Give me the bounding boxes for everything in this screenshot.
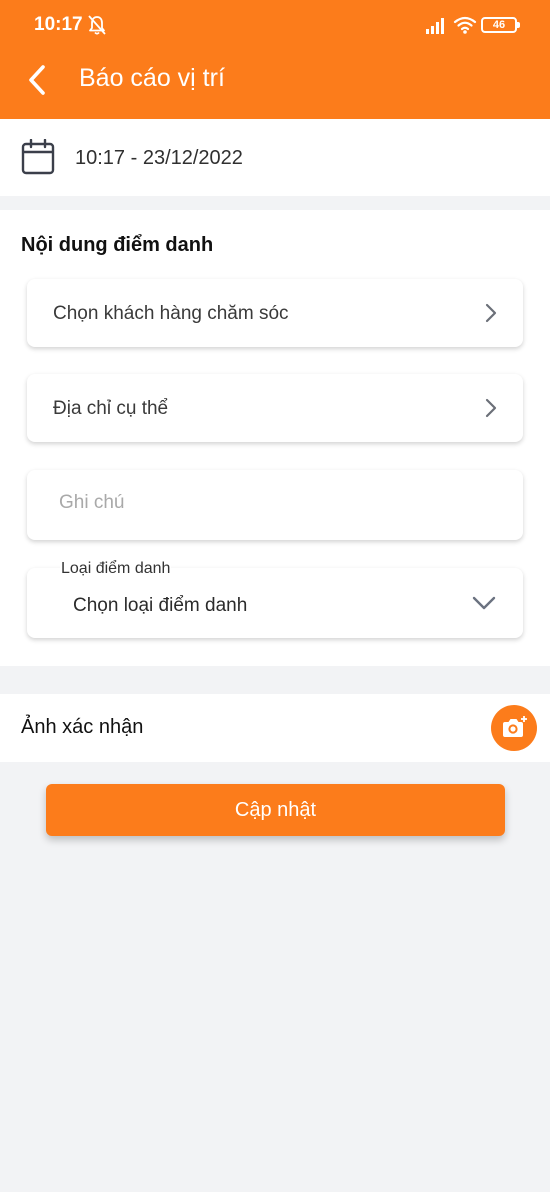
battery-level: 46 (492, 19, 506, 31)
checkin-form: Nội dung điểm danh Chọn khách hàng chăm … (0, 210, 550, 666)
wifi-icon (453, 16, 477, 34)
report-datetime: 10:17 - 23/12/2022 (75, 147, 243, 169)
app-header: 10:17 46 Báo cáo vị trí (0, 0, 550, 119)
form-section-title: Nội dung điểm danh (21, 234, 214, 256)
chevron-down-icon (472, 596, 496, 610)
camera-add-icon (503, 716, 527, 737)
note-input[interactable] (59, 492, 489, 514)
back-button[interactable] (20, 60, 54, 100)
bell-off-icon (88, 15, 106, 35)
add-photo-button[interactable] (491, 705, 537, 751)
page-title: Báo cáo vị trí (79, 64, 225, 92)
chevron-right-icon (485, 398, 497, 418)
note-field[interactable] (27, 470, 523, 540)
checkin-type-select[interactable]: Chọn loại điểm danh (27, 568, 523, 638)
update-button[interactable]: Cập nhật (46, 784, 505, 836)
chevron-left-icon (29, 65, 45, 95)
date-row: 10:17 - 23/12/2022 (0, 119, 550, 196)
photo-section: Ảnh xác nhận (0, 694, 550, 762)
status-time: 10:17 (34, 14, 83, 35)
status-icons: 46 (425, 14, 525, 36)
battery-cap (517, 22, 520, 28)
photo-label: Ảnh xác nhận (21, 716, 144, 738)
signal-icon (426, 18, 444, 34)
battery-icon: 46 (481, 17, 517, 33)
customer-select-label: Chọn khách hàng chăm sóc (53, 303, 289, 324)
address-select[interactable]: Địa chỉ cụ thể (27, 374, 523, 442)
address-select-label: Địa chỉ cụ thể (53, 398, 169, 419)
checkin-type-legend: Loại điểm danh (60, 560, 172, 578)
customer-select[interactable]: Chọn khách hàng chăm sóc (27, 279, 523, 347)
calendar-icon (21, 139, 55, 175)
chevron-right-icon (485, 303, 497, 323)
checkin-type-value: Chọn loại điểm danh (73, 595, 248, 616)
